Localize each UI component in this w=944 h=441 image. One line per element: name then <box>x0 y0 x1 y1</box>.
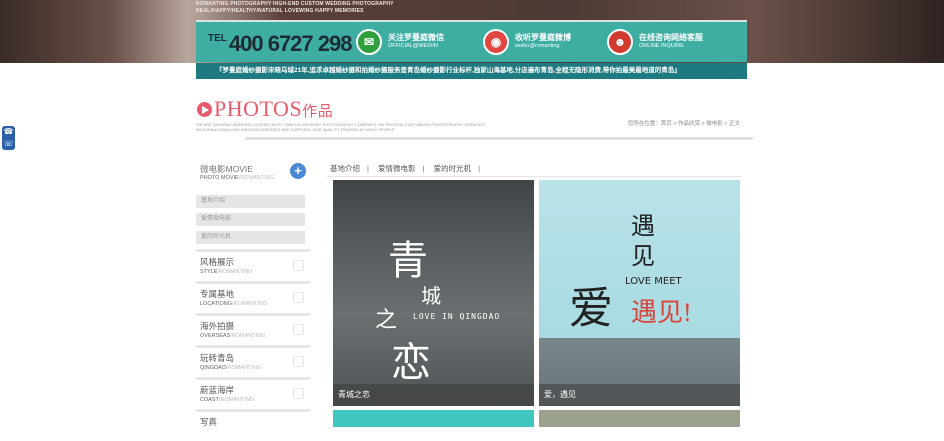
sidebar-item-portrait[interactable]: 写真 <box>196 409 310 441</box>
gallery-card[interactable] <box>333 410 534 427</box>
sidebar-item-location[interactable]: 专属基地 LOCATIONG/ROMANTING <box>196 281 310 313</box>
expand-box-icon <box>293 388 304 399</box>
category-tabs: 基地介绍 | 爱情微电影 | 爱的时光机 | <box>330 163 487 174</box>
service-sub: ONLINE INQUIRE <box>639 43 684 49</box>
page-title-cn: 作品 <box>302 104 334 120</box>
hero-tagline: ROMANTING PHOTOGRAPHY HIGH-END CUSTOM WE… <box>196 1 394 7</box>
tab-time-machine[interactable]: 爱的时光机 <box>434 164 472 173</box>
hero-tagline-sub: REAL/HAPPY/HEALTHY/NATURAL LOVEWING HAPP… <box>196 8 364 14</box>
sidebar-item-qingdao[interactable]: 玩转青岛 QINGDAO/ROMANTING <box>196 345 310 377</box>
expand-box-icon <box>293 292 304 303</box>
expand-box-icon <box>293 356 304 367</box>
sidebar: 微电影MOVIE PHOTO MOVIE/ROMANTING + 基地介绍 爱情… <box>196 160 310 441</box>
expand-box-icon <box>293 324 304 335</box>
page-subtitle: WE ARE QINGDAO WEDDING LEADER (MOST FAMO… <box>196 122 486 132</box>
floating-phone-icon[interactable]: ☎ ☏ <box>2 126 15 150</box>
card-overlay-en: LOVE IN QINGDAO <box>413 312 501 321</box>
tab-separator: | <box>478 164 481 173</box>
sidebar-item-label: 写真 <box>200 417 218 427</box>
page-title-en: PHOTOS <box>214 96 303 121</box>
card-overlay-en: LOVE MEET <box>625 276 682 287</box>
sidebar-submenu: 基地介绍 爱情微电影 爱的时光机 <box>196 195 310 244</box>
sidebar-item-overseas[interactable]: 海外拍摄 OVERSEAS/ROMANTING <box>196 313 310 345</box>
weibo-icon: ◉ <box>483 29 509 55</box>
card-overlay-text: 恋 <box>391 340 431 385</box>
expand-box-icon <box>293 260 304 271</box>
card-caption: 爱，遇见 <box>539 384 740 406</box>
tab-base-intro[interactable]: 基地介绍 <box>330 164 360 173</box>
gallery-card-qingdao[interactable]: 青 城 之 LOVE IN QINGDAO 恋 青城之恋 <box>333 180 534 406</box>
sidebar-item-style[interactable]: 风格展示 STYLE/ROMANTING <box>196 249 310 281</box>
card-caption: 青城之恋 <box>333 384 534 406</box>
tab-separator: | <box>367 164 369 173</box>
sidebar-head-sub: PHOTO MOVIE/ROMANTING <box>200 175 274 181</box>
weibo-title: 收听罗曼庭微博 <box>515 33 571 42</box>
tab-separator: | <box>422 164 425 173</box>
weibo-link[interactable]: ◉ 收听罗曼庭微博 weibo@romanting <box>483 29 571 55</box>
service-title: 在线咨询网络客服 <box>639 33 703 42</box>
tel-label: TEL <box>208 33 227 44</box>
card-overlay-text: 见 <box>631 244 655 270</box>
header-divider <box>245 137 753 140</box>
breadcrumb: 您所在位置：首页 > 作品欣赏 > 微电影 > 正文 <box>627 121 740 127</box>
sidebar-subitem[interactable]: 基地介绍 <box>196 195 305 208</box>
contact-bar: TEL 400 6727 298 ✉ 关注罗曼庭微信 OFFICIAL@WEIX… <box>196 20 747 62</box>
wechat-title: 关注罗曼庭微信 <box>388 33 444 42</box>
weibo-sub: weibo@romanting <box>515 43 560 49</box>
gallery-card-love-meet[interactable]: 遇 见 LOVE MEET 爱 遇见! 爱，遇见 <box>539 180 740 406</box>
qq-icon: ☻ <box>607 29 633 55</box>
gallery-card[interactable] <box>539 410 740 427</box>
wechat-icon: ✉ <box>356 29 382 55</box>
sidebar-subitem[interactable]: 爱情微电影 <box>196 213 305 226</box>
sidebar-subitem[interactable]: 爱的时光机 <box>196 231 305 244</box>
sidebar-head-movie[interactable]: 微电影MOVIE PHOTO MOVIE/ROMANTING + <box>196 160 310 187</box>
wechat-link[interactable]: ✉ 关注罗曼庭微信 OFFICIAL@WEIXIN <box>356 29 444 55</box>
expand-plus-icon[interactable]: + <box>290 163 306 179</box>
card-overlay-text: 青 <box>388 238 428 283</box>
tab-love-movie[interactable]: 爱情微电影 <box>378 164 416 173</box>
page-title: PHOTOS作品 <box>214 96 333 122</box>
online-service-link[interactable]: ☻ 在线咨询网络客服 ONLINE INQUIRE <box>607 29 703 55</box>
card-overlay-text: 遇见! <box>631 298 692 327</box>
sidebar-item-coast[interactable]: 蔚蓝海岸 COAST/ROMANTING <box>196 377 310 409</box>
card-overlay-text: 城 <box>421 286 441 308</box>
phone-number[interactable]: TEL 400 6727 298 <box>208 31 353 57</box>
notice-bar: 『罗曼庭婚纱摄影宋晓乌城21年,追求卓越婚纱摄和拍婚纱摄服务是青岛婚纱摄影行业标… <box>196 63 747 79</box>
tabs-underline <box>327 176 742 177</box>
card-overlay-text: 爱 <box>569 284 613 333</box>
wechat-sub: OFFICIAL@WEIXIN <box>388 43 438 49</box>
sidebar-head-title: 微电影MOVIE <box>200 164 253 174</box>
play-icon <box>197 102 212 117</box>
tel-number: 400 6727 298 <box>228 31 353 56</box>
